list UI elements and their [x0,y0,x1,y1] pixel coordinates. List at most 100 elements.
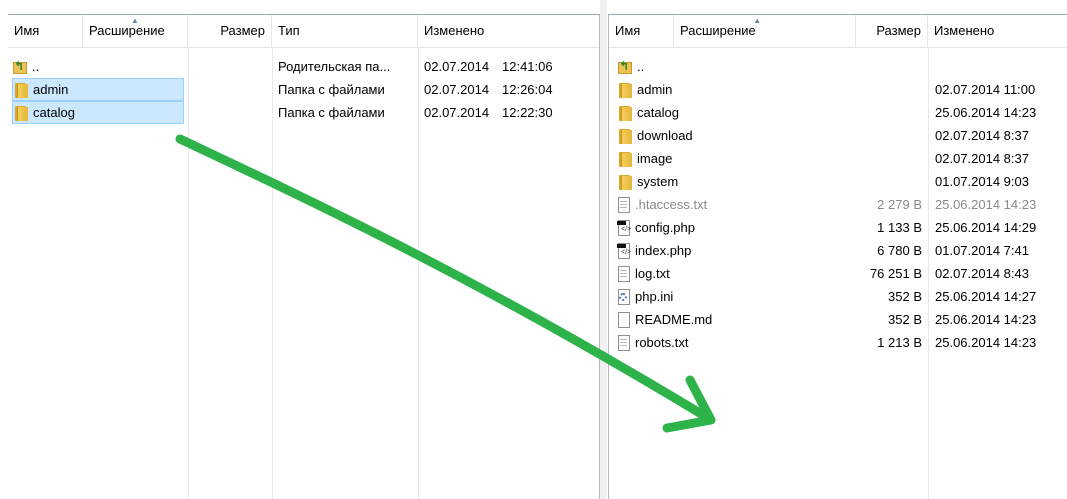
left-col-name-label: Имя [14,23,40,38]
file-modified: 01.07.2014 9:03 [935,174,1029,189]
left-col-modified[interactable]: Изменено [418,15,599,47]
php-file-icon: </> [617,242,631,259]
folder-icon [617,128,633,144]
left-file-panel[interactable]: Имя ▲ Расширение Размер Тип Изменено ↰..… [8,14,600,499]
table-row[interactable]: README.md 352 B 25.06.2014 14:23 [609,308,1067,331]
file-name-cell[interactable]: php.ini [617,285,847,308]
left-col-extension[interactable]: ▲ Расширение [83,15,188,47]
file-name: system [637,174,679,189]
folder-icon [13,105,29,121]
left-col-type-label: Тип [278,23,300,38]
file-size: 352 B [888,312,922,327]
table-row[interactable]: catalog Папка с файлами 02.07.2014 12:22:30 [8,101,599,124]
right-col-size-label: Размер [876,23,921,38]
file-name: .. [637,59,645,74]
file-name-cell[interactable]: </> index.php [617,239,847,262]
file-date: 02.07.2014 [424,59,490,74]
file-name-cell[interactable]: ↰.. [12,55,182,78]
file-name-cell[interactable]: admin [617,78,847,101]
file-name-cell[interactable]: catalog [617,101,847,124]
file-name-cell[interactable]: </> config.php [617,216,847,239]
file-name-cell[interactable]: log.txt [617,262,847,285]
parent-folder-icon: ↰ [12,59,28,75]
file-time: 12:22:30 [502,105,553,120]
table-row[interactable]: system 01.07.2014 9:03 [609,170,1067,193]
file-name: README.md [635,312,713,327]
file-size [849,78,922,101]
right-col-name[interactable]: Имя [609,15,674,47]
file-modified: 25.06.2014 14:23 [935,335,1037,350]
text-file-icon [617,265,631,282]
file-size [849,124,922,147]
file-type: Папка с файлами [278,82,385,97]
file-name: index.php [635,243,692,258]
file-modified: 02.07.2014 8:37 [935,151,1029,166]
file-name: image [637,151,673,166]
table-row[interactable]: .htaccess.txt 2 279 B 25.06.2014 14:23 [609,193,1067,216]
window-top-strip [0,0,1067,14]
table-row[interactable]: </> config.php 1 133 B 25.06.2014 14:29 [609,216,1067,239]
file-modified: 25.06.2014 14:23 [935,105,1037,120]
file-name: php.ini [635,289,674,304]
file-modified: 01.07.2014 7:41 [935,243,1029,258]
file-modified: 02.07.2014 8:37 [935,128,1029,143]
file-name-cell[interactable]: system [617,170,847,193]
file-modified: 25.06.2014 14:27 [935,289,1037,304]
php-file-icon: </> [617,219,631,236]
file-modified: 25.06.2014 14:23 [935,197,1037,212]
left-col-type[interactable]: Тип [272,15,418,47]
file-size [849,147,922,170]
table-row[interactable]: admin Папка с файлами 02.07.2014 12:26:04 [8,78,599,101]
right-col-extension[interactable]: ▲ Расширение [674,15,856,47]
file-size: 352 B [888,289,922,304]
left-col-modified-label: Изменено [424,23,485,38]
table-row[interactable]: </> index.php 6 780 B 01.07.2014 7:41 [609,239,1067,262]
right-col-size[interactable]: Размер [856,15,928,47]
right-column-header: Имя ▲ Расширение Размер Изменено [609,14,1067,48]
table-row[interactable]: robots.txt 1 213 B 25.06.2014 14:23 [609,331,1067,354]
panel-splitter[interactable] [600,0,607,499]
left-col-name[interactable]: Имя [8,15,83,47]
file-icon [617,311,631,328]
file-size: 2 279 B [877,197,922,212]
folder-icon [13,82,29,98]
file-name: log.txt [635,266,670,281]
file-size: 1 133 B [877,220,922,235]
file-name: .. [32,59,40,74]
left-col-size[interactable]: Размер [188,15,272,47]
file-name-cell[interactable]: ↰.. [617,55,847,78]
file-name: robots.txt [635,335,689,350]
table-row[interactable]: catalog 25.06.2014 14:23 [609,101,1067,124]
table-row[interactable]: ↰.. Родительская па... 02.07.2014 12:41:06 [8,55,599,78]
table-row[interactable]: ↰.. [609,55,1067,78]
file-name-cell[interactable]: image [617,147,847,170]
file-name-cell[interactable]: .htaccess.txt [617,193,847,216]
right-col-modified[interactable]: Изменено [928,15,1067,47]
sort-up-icon: ▲ [131,16,139,25]
left-col-extension-label: Расширение [89,23,165,38]
file-name-cell[interactable]: download [617,124,847,147]
file-name: admin [637,82,673,97]
file-modified [935,55,1065,78]
sort-up-icon: ▲ [753,16,762,25]
file-modified: 02.07.2014 8:43 [935,266,1029,281]
table-row[interactable]: image 02.07.2014 8:37 [609,147,1067,170]
file-name-cell[interactable]: admin [12,78,184,101]
file-size: 76 251 B [869,266,922,281]
file-time: 12:26:04 [502,82,553,97]
file-name-cell[interactable]: robots.txt [617,331,847,354]
file-name-cell[interactable]: README.md [617,308,847,331]
file-modified: 25.06.2014 14:23 [935,312,1037,327]
right-file-panel[interactable]: Имя ▲ Расширение Размер Изменено ↰.. admi… [608,14,1067,499]
file-name-cell[interactable]: catalog [12,101,184,124]
table-row[interactable]: log.txt 76 251 B 02.07.2014 8:43 [609,262,1067,285]
text-file-icon [617,334,631,351]
file-size: 1 213 B [877,335,922,350]
table-row[interactable]: admin 02.07.2014 11:00 [609,78,1067,101]
ini-file-icon [617,288,631,305]
table-row[interactable]: download 02.07.2014 8:37 [609,124,1067,147]
file-name: catalog [637,105,679,120]
file-name: config.php [635,220,695,235]
file-name: download [637,128,693,143]
table-row[interactable]: php.ini 352 B 25.06.2014 14:27 [609,285,1067,308]
